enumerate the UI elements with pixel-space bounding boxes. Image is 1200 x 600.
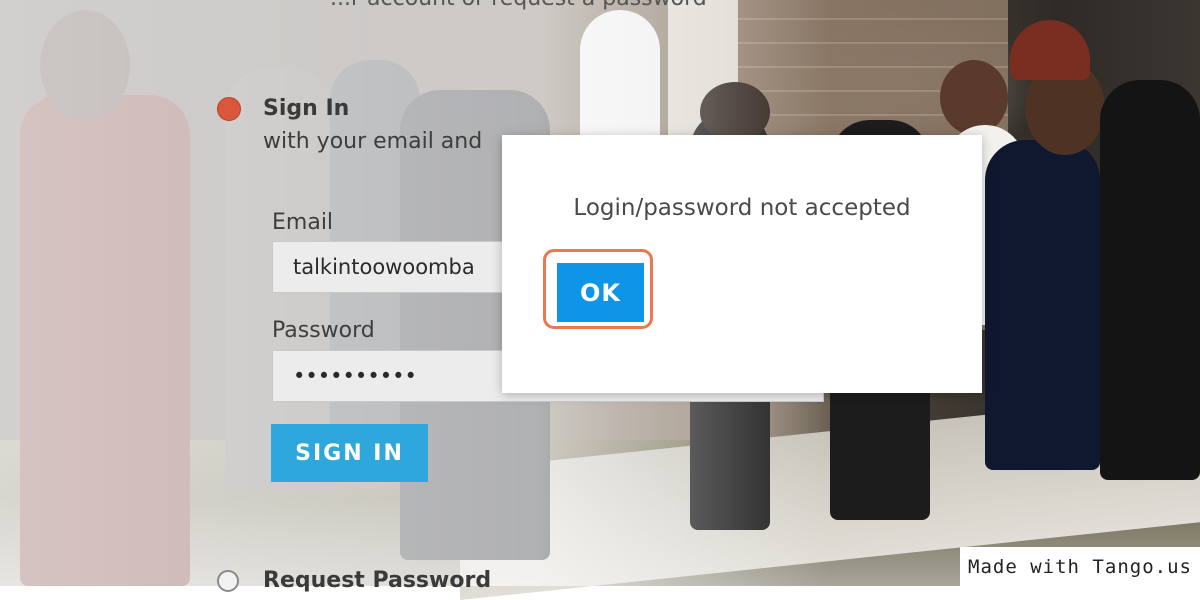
top-partial-text: ...r account or request a password [330, 0, 707, 11]
person-silhouette [1100, 80, 1200, 480]
request-password-radio[interactable] [217, 570, 239, 592]
email-label: Email [272, 210, 334, 235]
sign-in-button[interactable]: SIGN IN [271, 424, 428, 482]
password-value: •••••••••• [293, 364, 417, 388]
password-label: Password [272, 318, 375, 343]
sign-in-subtitle: with your email and [263, 129, 483, 154]
person-silhouette [1010, 20, 1090, 80]
person-head [940, 60, 1008, 135]
ok-button[interactable]: OK [557, 263, 644, 322]
request-password-label[interactable]: Request Password [263, 568, 491, 593]
tango-watermark: Made with Tango.us [960, 547, 1200, 586]
dialog-message: Login/password not accepted [573, 195, 911, 221]
person-silhouette [985, 140, 1100, 470]
active-step-radio[interactable] [217, 97, 241, 121]
sign-in-heading: Sign In [263, 96, 350, 121]
email-value: talkintoowoomba [293, 255, 475, 279]
